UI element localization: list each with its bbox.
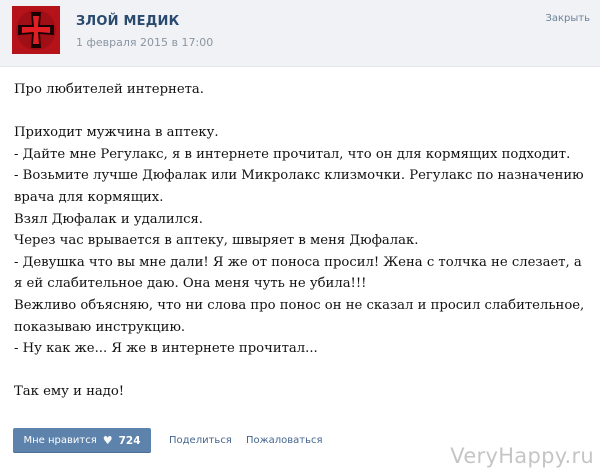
- like-label: Мне нравится: [23, 435, 97, 446]
- post-line: - Девушка что вы мне дали! Я же от понос…: [14, 254, 582, 292]
- post-date[interactable]: 1 февраля 2015 в 17:00: [76, 36, 213, 49]
- post-text: Про любителей интернета. Приходит мужчин…: [14, 79, 586, 403]
- close-button[interactable]: Закрыть: [545, 13, 590, 24]
- red-cross-icon: [12, 6, 60, 54]
- post-line: - Ну как же... Я же в интернете прочитал…: [14, 341, 318, 357]
- heart-icon: ♥: [102, 434, 113, 447]
- like-button[interactable]: Мне нравится ♥ 724: [13, 428, 151, 453]
- post-line: - Возьмите лучше Дюфалак или Микролакс к…: [14, 168, 584, 205]
- author-name[interactable]: ЗЛОЙ МЕДИК: [76, 14, 179, 29]
- post-line: Взял Дюфалак и удалился.: [14, 211, 203, 227]
- watermark: VeryHappy.ru: [450, 444, 594, 468]
- avatar[interactable]: [12, 6, 60, 54]
- post-line: Через час врывается в аптеку, швыряет в …: [14, 233, 419, 249]
- share-button[interactable]: Поделиться: [169, 435, 232, 446]
- post-line: Про любителей интернета.: [14, 82, 204, 97]
- post-line: Приходит мужчина в аптеку.: [14, 125, 219, 141]
- post-line: Так ему и надо!: [14, 384, 125, 400]
- like-count: 724: [118, 434, 141, 447]
- post-line: - Дайте мне Регулакс, я в интернете проч…: [14, 146, 571, 162]
- post-header: ЗЛОЙ МЕДИК 1 февраля 2015 в 17:00 Закрыт…: [0, 0, 600, 67]
- post-line: Вежливо объясняю, что ни слова про понос…: [14, 297, 585, 335]
- report-button[interactable]: Пожаловаться: [246, 435, 323, 446]
